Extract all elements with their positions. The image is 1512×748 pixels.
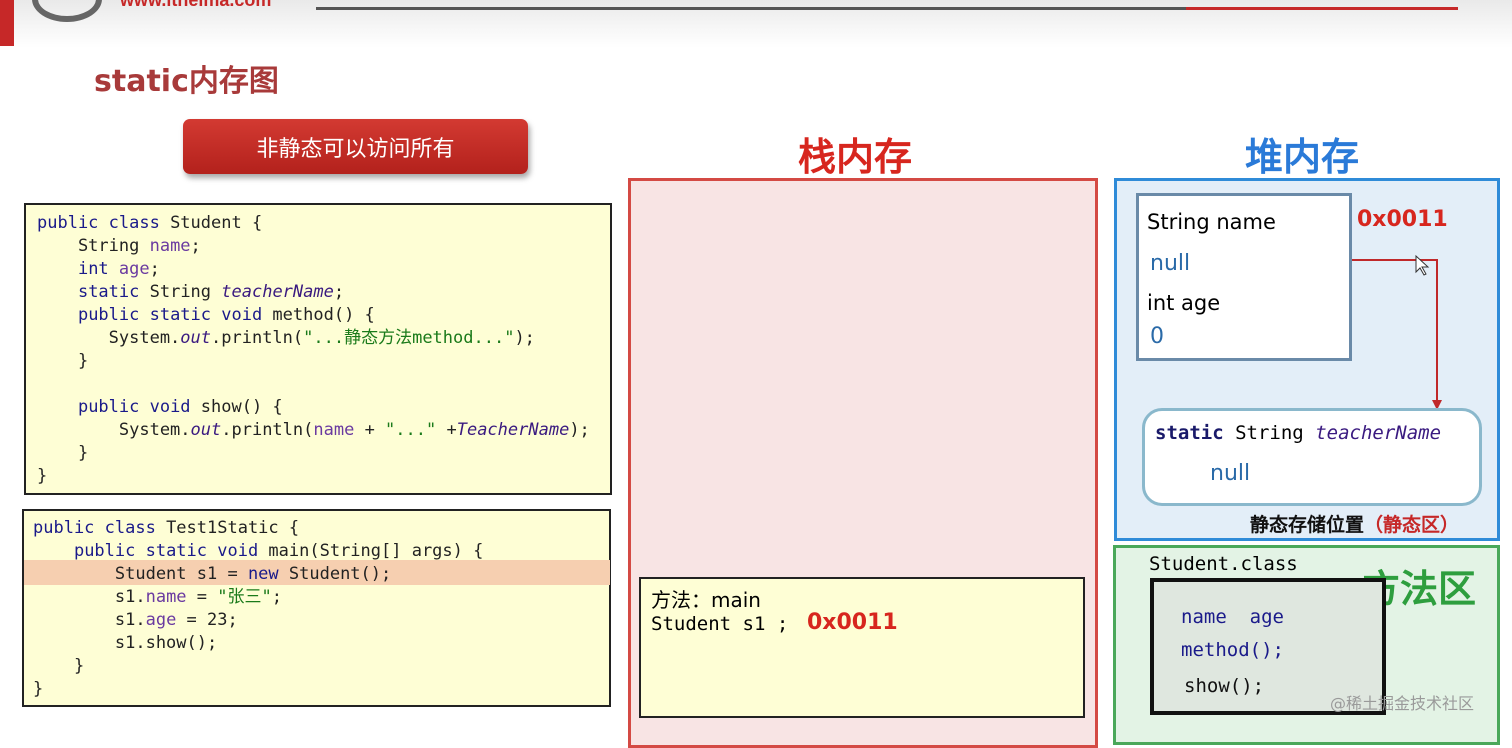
- class-method: method();: [1181, 639, 1284, 661]
- code-line: System.out.println(name + "..." +Teacher…: [37, 420, 590, 440]
- slide-title: static内存图: [94, 64, 279, 99]
- red-tab: [0, 0, 14, 46]
- code-line: public class Test1Static {: [33, 518, 300, 538]
- code-line: public class Student {: [37, 213, 263, 233]
- field-name-value: null: [1150, 251, 1191, 276]
- cursor-icon: [1415, 254, 1430, 276]
- frame-addr: 0x0011: [807, 610, 898, 635]
- code-line: Student s1 = new Student();: [33, 564, 392, 584]
- code-line: }: [37, 466, 48, 486]
- code-line: }: [33, 656, 85, 676]
- heap-title: 堆内存: [1245, 135, 1360, 179]
- class-label: Student.class: [1149, 553, 1298, 575]
- code-line: s1.show();: [33, 633, 218, 653]
- banner: 非静态可以访问所有: [183, 119, 528, 174]
- static-caption-paren: （静态区）: [1364, 514, 1460, 536]
- code-line: static String teacherName;: [77, 282, 345, 302]
- static-value: null: [1210, 461, 1251, 486]
- static-caption-text: 静态存储位置: [1250, 514, 1365, 536]
- code-test: public class Test1Static { public static…: [22, 509, 611, 707]
- field-age-label: int age: [1147, 291, 1221, 315]
- header-divider-accent: [1186, 7, 1458, 10]
- code-line: }: [33, 679, 44, 699]
- field-name-label: String name: [1147, 210, 1276, 234]
- static-caption: 静态存储位置（静态区）: [1250, 510, 1459, 537]
- code-line: System.out.println("...静态方法method...");: [37, 328, 535, 348]
- field-age-value: 0: [1150, 324, 1164, 349]
- class-show: show();: [1184, 675, 1265, 697]
- frame-var: Student s1 ;: [651, 613, 789, 635]
- code-line: public static void method() {: [77, 305, 375, 325]
- code-line: String name;: [37, 236, 201, 256]
- code-line: int age;: [77, 259, 160, 279]
- code-line: }: [37, 443, 89, 463]
- static-keyword: static: [1155, 422, 1224, 444]
- watermark: @稀土掘金技术社区: [1330, 694, 1475, 713]
- object-address: 0x0011: [1357, 207, 1448, 232]
- static-name: teacherName: [1315, 422, 1442, 444]
- pointer-arrow: [1352, 254, 1442, 410]
- frame-label: 方法：main: [651, 588, 761, 612]
- student-object: String name null int age 0: [1136, 193, 1352, 361]
- main-frame: 方法：main Student s1 ; 0x0011: [639, 577, 1085, 718]
- code-line: public static void main(String[] args) {: [73, 541, 484, 561]
- code-line: }: [37, 351, 89, 371]
- code-student: public class Student { String name; int …: [24, 203, 612, 495]
- code-line: s1.name = "张三";: [33, 587, 282, 607]
- code-line: public void show() {: [77, 397, 283, 417]
- stack-title: 栈内存: [798, 135, 913, 179]
- static-type: String: [1235, 422, 1304, 444]
- static-field-box: static String teacherName null: [1142, 408, 1482, 506]
- logo-url: www.itheima.com: [120, 0, 272, 10]
- static-declaration: static String teacherName: [1155, 422, 1441, 444]
- class-members: name age: [1181, 606, 1284, 628]
- code-line: s1.age = 23;: [33, 610, 238, 630]
